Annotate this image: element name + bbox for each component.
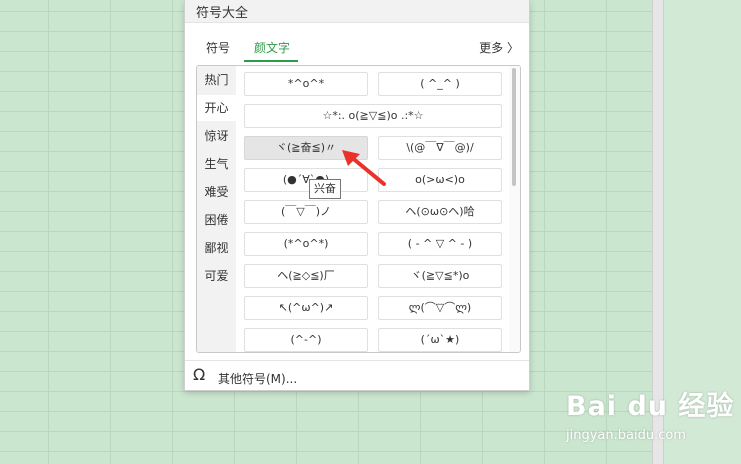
emoticon-cell[interactable]: ( - ^ ▽ ^ - ) bbox=[378, 232, 502, 256]
watermark-brand: Bai du 经验 bbox=[566, 391, 735, 422]
emoticon-cell[interactable]: ヘ(⊙ω⊙ヘ)哈 bbox=[378, 200, 502, 224]
watermark-url: jingyan.baidu.com bbox=[566, 428, 686, 443]
emoticon-cell[interactable]: ლ(⌒▽⌒ლ) bbox=[378, 296, 502, 320]
symbol-panel: 符号大全 符号 颜文字 更多 〉 热门 开心 惊讶 生气 难受 困倦 鄙视 可爱… bbox=[184, 0, 530, 391]
scrollbar-thumb[interactable] bbox=[512, 68, 516, 186]
red-arrow-annotation-icon bbox=[342, 150, 386, 186]
emoticon-cell[interactable]: ヾ(≧▽≦*)o bbox=[378, 264, 502, 288]
emoticon-listbox: 热门 开心 惊讶 生气 难受 困倦 鄙视 可爱 *^o^* ( ^_^ ) ☆*… bbox=[196, 65, 521, 353]
baidu-watermark: Bai du 经验 jingyan.baidu.com bbox=[566, 384, 736, 452]
vertical-scrollbar[interactable] bbox=[509, 66, 520, 352]
emoticon-cell[interactable]: (￣▽￣)ノ bbox=[244, 200, 368, 224]
category-list: 热门 开心 惊讶 生气 难受 困倦 鄙视 可爱 bbox=[197, 66, 236, 352]
emoticon-cell[interactable]: ヘ(≧◇≦)厂 bbox=[244, 264, 368, 288]
other-symbols-link[interactable]: 其他符号(M)... bbox=[218, 370, 297, 387]
panel-footer: Ω 其他符号(M)... bbox=[185, 360, 529, 391]
category-disdain[interactable]: 鄙视 bbox=[197, 235, 236, 261]
more-link[interactable]: 更多 〉 bbox=[479, 39, 519, 56]
emoticon-cell[interactable]: (*^o^*) bbox=[244, 232, 368, 256]
tab-emoticons[interactable]: 颜文字 bbox=[254, 39, 290, 56]
category-cute[interactable]: 可爱 bbox=[197, 263, 236, 289]
omega-icon: Ω bbox=[193, 365, 206, 384]
category-sad[interactable]: 难受 bbox=[197, 179, 236, 205]
emoticon-grid: *^o^* ( ^_^ ) ☆*:. o(≧▽≦)o .:*☆ ヾ(≧奋≦)〃 … bbox=[236, 66, 509, 352]
category-angry[interactable]: 生气 bbox=[197, 151, 236, 177]
emoticon-cell[interactable]: ( ^_^ ) bbox=[378, 72, 502, 96]
emoticon-cell[interactable]: \(@￣∇￣@)/ bbox=[378, 136, 502, 160]
emoticon-cell[interactable]: (´ω`★) bbox=[378, 328, 502, 352]
category-hot[interactable]: 热门 bbox=[197, 67, 236, 93]
tooltip: 兴奋 bbox=[309, 179, 341, 199]
emoticon-cell[interactable]: (^-^) bbox=[244, 328, 368, 352]
emoticon-cell[interactable]: ↖(^ω^)↗ bbox=[244, 296, 368, 320]
category-surprised[interactable]: 惊讶 bbox=[197, 123, 236, 149]
emoticon-cell[interactable]: ☆*:. o(≧▽≦)o .:*☆ bbox=[244, 104, 502, 128]
panel-titlebar: 符号大全 bbox=[185, 0, 529, 23]
category-sleepy[interactable]: 困倦 bbox=[197, 207, 236, 233]
panel-title: 符号大全 bbox=[196, 6, 249, 21]
emoticon-cell[interactable]: *^o^* bbox=[244, 72, 368, 96]
active-tab-indicator bbox=[244, 60, 298, 62]
emoticon-cell[interactable]: o(>ω<)o bbox=[378, 168, 502, 192]
category-happy[interactable]: 开心 bbox=[197, 95, 236, 121]
tab-symbols[interactable]: 符号 bbox=[206, 39, 230, 56]
